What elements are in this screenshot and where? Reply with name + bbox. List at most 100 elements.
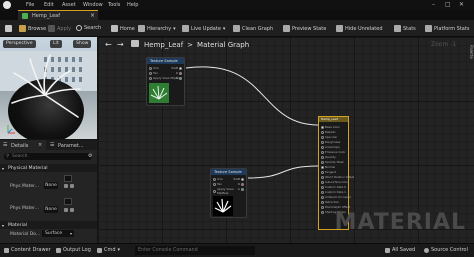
result-pin-custom-0[interactable]: Custom Data 0 <box>325 185 346 189</box>
browse-asset-icon[interactable] <box>64 208 68 212</box>
pin-rgb[interactable]: RGB <box>172 66 182 70</box>
pin-rgb[interactable]: RGB <box>234 177 244 181</box>
console-command-input[interactable]: Enter Console Command <box>135 246 255 255</box>
home-button[interactable]: Home <box>111 25 135 32</box>
phys-mater-2-value-text: None <box>45 207 57 212</box>
lit-button[interactable]: Lit <box>50 40 62 48</box>
pin-g[interactable]: G <box>238 187 244 191</box>
source-control-icon <box>424 247 429 253</box>
material-domain-label: Material Do... <box>10 232 41 237</box>
material-section[interactable]: ▾ Material <box>0 221 97 229</box>
menu-window[interactable]: Window <box>83 2 103 8</box>
search-button[interactable]: Search <box>76 25 101 31</box>
platform-stats-button[interactable]: Platform Stats <box>425 25 469 32</box>
reset-icon[interactable] <box>70 208 74 212</box>
content-drawer-button[interactable]: Content Drawer <box>4 247 51 253</box>
hierarchy-button[interactable]: Hierarchy ▾ <box>138 25 176 32</box>
result-pin-roughness[interactable]: Roughness <box>325 140 340 144</box>
pin-tex[interactable]: Tex <box>213 182 222 186</box>
phys-mater-2-value[interactable]: None <box>44 206 58 213</box>
pin-uvs[interactable]: UVs <box>149 66 159 70</box>
live-update-label: Live Update <box>191 25 221 32</box>
toolbar: Browse Apply Search Home Hierarchy ▾ Liv… <box>0 20 474 37</box>
hide-unrelated-button[interactable]: Hide Unrelated <box>336 25 383 32</box>
pin-r[interactable]: R <box>176 71 182 75</box>
clean-graph-button[interactable]: Clean Graph <box>233 25 273 32</box>
result-pin-emissive[interactable]: Emissive Color <box>325 150 346 154</box>
live-update-button[interactable]: Live Update ▾ <box>182 25 225 32</box>
details-icon: ☰ <box>3 142 8 148</box>
result-pin-base-color[interactable]: Base Color <box>325 125 340 129</box>
output-log-label: Output Log <box>63 247 91 253</box>
result-pin-refraction[interactable]: Refraction <box>325 200 339 204</box>
result-pin-wpo[interactable]: World Position Offset <box>325 175 354 179</box>
result-pin-specular[interactable]: Specular <box>325 135 337 139</box>
tab-close-icon[interactable]: × <box>90 12 95 19</box>
pin-uvs[interactable]: UVs <box>213 177 223 181</box>
browse-button[interactable]: Browse <box>19 25 46 32</box>
perspective-button[interactable]: Perspective <box>3 40 36 48</box>
maximize-icon[interactable]: □ <box>445 1 451 8</box>
result-pin-normal[interactable]: Normal <box>325 165 335 169</box>
details-tabs: ☰ Details × ☰ Paramet... <box>0 140 97 150</box>
browse-asset-icon[interactable] <box>64 184 68 188</box>
stats-button[interactable]: Stats <box>394 25 416 32</box>
source-control-button[interactable]: Source Control <box>424 247 468 253</box>
result-pin-tangent[interactable]: Tangent <box>325 170 336 174</box>
unreal-logo-icon[interactable] <box>3 1 11 9</box>
pin-tex[interactable]: Tex <box>149 71 158 75</box>
result-pin-opacity[interactable]: Opacity <box>325 155 336 159</box>
document-tab[interactable]: Hemp_Leaf × <box>18 10 98 20</box>
tab-parameters[interactable]: ☰ Paramet... <box>47 140 97 150</box>
result-pin-custom-1[interactable]: Custom Data 1 <box>325 190 346 194</box>
phys-mater-1-value[interactable]: None <box>44 182 58 189</box>
result-pin-metallic[interactable]: Metallic <box>325 130 336 134</box>
material-domain-select[interactable]: Surface ▾ <box>42 230 74 237</box>
settings-icon[interactable]: ⚙ <box>88 153 92 159</box>
tab-close-icon[interactable]: × <box>38 142 42 148</box>
apply-button[interactable]: Apply <box>48 25 71 32</box>
cmd-button[interactable]: Cmd ▾ <box>97 247 120 253</box>
pin-r[interactable]: R <box>238 182 244 186</box>
chevron-down-icon: ▾ <box>117 247 121 253</box>
result-pin-ao[interactable]: Ambient Occlusion <box>325 195 351 199</box>
menu-tools[interactable]: Tools <box>108 2 120 8</box>
preview-state-label: Preview State <box>292 25 327 32</box>
asset-picker-1[interactable] <box>64 175 72 182</box>
preview-viewport[interactable]: Perspective Lit Show <box>0 37 97 139</box>
output-log-button[interactable]: Output Log <box>56 247 91 253</box>
result-pin-opacity-mask[interactable]: Opacity Mask <box>325 160 344 164</box>
save-button[interactable] <box>5 25 12 32</box>
all-saved-label: All Saved <box>392 247 416 253</box>
texture-sample-node-1[interactable]: Texture Sample UVs Tex Apply View MipBia… <box>146 57 185 106</box>
reset-icon[interactable] <box>70 184 74 188</box>
preview-state-button[interactable]: Preview State <box>283 25 326 32</box>
minimize-icon[interactable]: – <box>432 1 435 8</box>
details-panel: ⚲ Search ⚙ ▾ Physical Material Phys Mate… <box>0 150 97 243</box>
show-button[interactable]: Show <box>73 40 92 48</box>
chevron-down-icon: ▾ <box>69 230 72 236</box>
physical-material-section[interactable]: ▾ Physical Material <box>0 164 97 172</box>
menu-asset[interactable]: Asset <box>62 2 76 8</box>
result-pin-pixel-depth[interactable]: Pixel Depth Offset <box>325 205 350 209</box>
parameters-icon: ☰ <box>50 142 55 148</box>
asset-picker-2[interactable] <box>64 198 72 205</box>
preview-state-icon <box>283 25 290 32</box>
result-pin-subsurface[interactable]: Subsurface Color <box>325 180 349 184</box>
menu-edit[interactable]: Edit <box>44 2 54 8</box>
hide-unrelated-icon <box>336 25 343 32</box>
texture-sample-node-2[interactable]: Texture Sample UVs Tex Apply View MipBia… <box>210 168 247 218</box>
palette-tab[interactable]: Palette <box>469 45 474 67</box>
menu-file[interactable]: File <box>26 2 34 8</box>
result-pin-anisotropy[interactable]: Anisotropy <box>325 145 340 149</box>
details-search-input[interactable]: ⚲ Search <box>4 153 92 160</box>
menu-help[interactable]: Help <box>127 2 138 8</box>
close-icon[interactable]: ✕ <box>459 1 464 8</box>
tab-details[interactable]: ☰ Details × <box>0 140 46 150</box>
all-saved-indicator[interactable]: All Saved <box>385 247 415 253</box>
material-icon <box>22 13 28 19</box>
pin-g[interactable]: G <box>176 76 182 80</box>
material-graph[interactable]: ← → Hemp_Leaf > Material Graph Zoom -1 T… <box>98 37 474 243</box>
result-node-title: Hemp_Leaf <box>319 117 348 122</box>
apply-icon <box>48 25 55 32</box>
